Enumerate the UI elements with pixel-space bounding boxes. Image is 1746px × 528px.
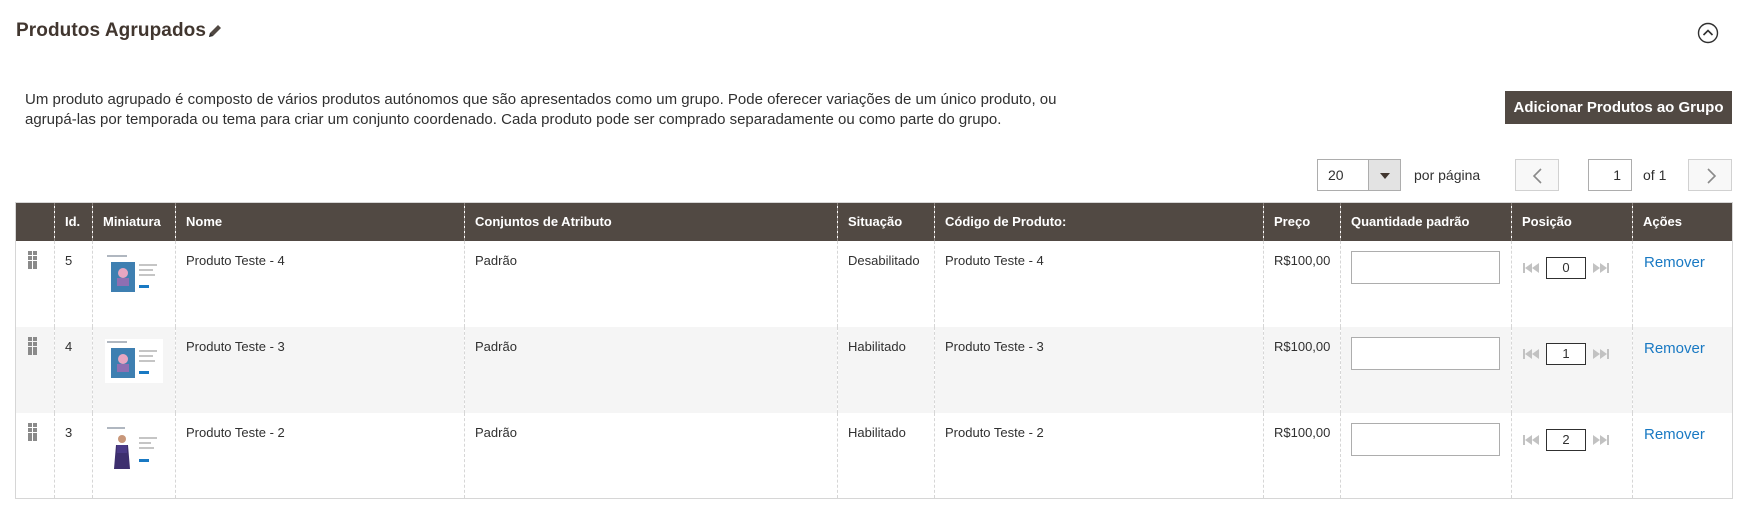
- per-page-label: por página: [1414, 167, 1481, 183]
- page-total-label: of 1: [1643, 167, 1667, 183]
- column-header-position[interactable]: Posição: [1511, 202, 1633, 241]
- sku-cell: Produto Teste - 2: [934, 412, 1264, 499]
- column-header-default-qty[interactable]: Quantidade padrão: [1340, 202, 1512, 241]
- section-description: Um produto agrupado é composto de vários…: [25, 90, 1105, 130]
- name-cell: Produto Teste - 4: [175, 240, 465, 327]
- remove-link[interactable]: Remover: [1644, 426, 1705, 443]
- column-header-status[interactable]: Situação: [837, 202, 935, 241]
- name-cell: Produto Teste - 3: [175, 326, 465, 413]
- sku-cell: Produto Teste - 3: [934, 326, 1264, 413]
- product-thumbnail: [105, 252, 163, 297]
- status-cell: Habilitado: [837, 412, 935, 499]
- price-cell: R$100,00: [1263, 412, 1341, 499]
- id-cell: 3: [54, 412, 93, 499]
- qty-cell: [1340, 240, 1512, 327]
- pencil-icon[interactable]: [206, 22, 224, 40]
- thumbnail-cell: [92, 412, 176, 499]
- drag-handle-icon[interactable]: [28, 336, 38, 355]
- default-qty-input[interactable]: [1351, 336, 1500, 370]
- attribute-set-cell: Padrão: [464, 326, 838, 413]
- price-cell: R$100,00: [1263, 240, 1341, 327]
- table-row: 5 Produto Teste - 4 Padrão Desabilitado …: [15, 240, 1733, 327]
- column-header-id[interactable]: Id.: [54, 202, 93, 241]
- move-last-icon[interactable]: [1590, 433, 1610, 447]
- remove-link[interactable]: Remover: [1644, 340, 1705, 357]
- move-last-icon[interactable]: [1590, 347, 1610, 361]
- remove-link[interactable]: Remover: [1644, 254, 1705, 271]
- position-input[interactable]: [1546, 428, 1586, 451]
- move-first-icon[interactable]: [1522, 261, 1542, 275]
- position-input[interactable]: [1546, 342, 1586, 365]
- table-row: 4 Produto Teste - 3 Padrão Habilitado Pr…: [15, 326, 1733, 413]
- id-cell: 4: [54, 326, 93, 413]
- previous-page-button[interactable]: [1515, 159, 1559, 191]
- move-first-icon[interactable]: [1522, 433, 1542, 447]
- per-page-value: 20: [1328, 167, 1344, 183]
- section-title: Produtos Agrupados: [16, 20, 207, 41]
- name-cell: Produto Teste - 2: [175, 412, 465, 499]
- per-page-dropdown-button[interactable]: [1368, 160, 1400, 190]
- drag-cell: [15, 326, 55, 413]
- default-qty-input[interactable]: [1351, 250, 1500, 284]
- position-cell: [1511, 240, 1633, 327]
- qty-cell: [1340, 326, 1512, 413]
- thumbnail-cell: [92, 240, 176, 327]
- attribute-set-cell: Padrão: [464, 240, 838, 327]
- status-cell: Habilitado: [837, 326, 935, 413]
- move-first-icon[interactable]: [1522, 347, 1542, 361]
- actions-cell: Remover: [1632, 240, 1733, 327]
- actions-cell: Remover: [1632, 326, 1733, 413]
- move-last-icon[interactable]: [1590, 261, 1610, 275]
- position-input[interactable]: [1546, 256, 1586, 279]
- chevron-right-icon: [1707, 168, 1717, 184]
- column-header-thumbnail[interactable]: Miniatura: [92, 202, 176, 241]
- drag-cell: [15, 412, 55, 499]
- actions-cell: Remover: [1632, 412, 1733, 499]
- sku-cell: Produto Teste - 4: [934, 240, 1264, 327]
- table-row: 3 Produto Teste - 2 Padrão Habilitado Pr…: [15, 412, 1733, 499]
- grouped-products-grid: Id. Miniatura Nome Conjuntos de Atributo…: [15, 202, 1733, 499]
- chevron-up-circle-icon[interactable]: [1697, 22, 1719, 44]
- column-header-sku[interactable]: Código de Produto:: [934, 202, 1264, 241]
- qty-cell: [1340, 412, 1512, 499]
- description-line: Um produto agrupado é composto de vários…: [25, 91, 1057, 108]
- price-cell: R$100,00: [1263, 326, 1341, 413]
- thumbnail-cell: [92, 326, 176, 413]
- description-line: agrupá-las por temporada ou tema para cr…: [25, 111, 1002, 128]
- column-header-actions: Ações: [1632, 202, 1733, 241]
- position-cell: [1511, 412, 1633, 499]
- column-header-name[interactable]: Nome: [175, 202, 465, 241]
- column-header-attribute-set[interactable]: Conjuntos de Atributo: [464, 202, 838, 241]
- grid-header-row: Id. Miniatura Nome Conjuntos de Atributo…: [15, 202, 1733, 241]
- next-page-button[interactable]: [1688, 159, 1732, 191]
- chevron-left-icon: [1532, 168, 1542, 184]
- default-qty-input[interactable]: [1351, 422, 1500, 456]
- per-page-select[interactable]: 20: [1317, 159, 1401, 191]
- position-cell: [1511, 326, 1633, 413]
- product-thumbnail: [105, 424, 163, 479]
- id-cell: 5: [54, 240, 93, 327]
- product-thumbnail: [105, 338, 163, 383]
- status-cell: Desabilitado: [837, 240, 935, 327]
- caret-down-icon: [1380, 173, 1390, 179]
- drag-handle-icon[interactable]: [28, 422, 38, 441]
- drag-handle-icon[interactable]: [28, 250, 38, 269]
- column-header-price[interactable]: Preço: [1263, 202, 1341, 241]
- drag-cell: [15, 240, 55, 327]
- current-page-input[interactable]: [1588, 159, 1632, 191]
- add-products-to-group-button[interactable]: Adicionar Produtos ao Grupo: [1505, 91, 1732, 124]
- attribute-set-cell: Padrão: [464, 412, 838, 499]
- column-header-drag: [15, 202, 55, 241]
